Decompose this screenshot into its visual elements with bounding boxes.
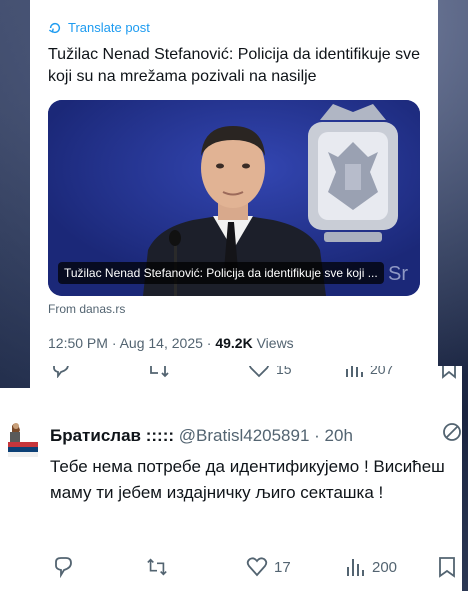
link-preview-caption: Tužilac Nenad Stefanović: Policija da id…	[58, 262, 384, 284]
like-icon[interactable]	[248, 366, 270, 378]
link-preview-image[interactable]: Sr Tužilac Nenad Stefanović: Policija da…	[48, 100, 420, 296]
repost-icon	[147, 558, 167, 576]
reply-author[interactable]: Братислав ::::: @Bratisl4205891 · 20h	[50, 426, 353, 446]
post-headline: Tužilac Nenad Stefanović: Policija da id…	[48, 46, 421, 85]
author-handle[interactable]: @Bratisl4205891 · 20h	[174, 426, 353, 445]
repost-icon[interactable]	[146, 366, 170, 378]
reply-action-bar: 17 200	[50, 556, 458, 580]
partial-action-bar: 15 207	[30, 366, 462, 388]
bookmark-button[interactable]	[436, 556, 458, 578]
views-count: 49.2K	[215, 335, 253, 351]
link-source[interactable]: From danas.rs	[48, 302, 125, 316]
views-label: Views	[252, 335, 294, 351]
views-button[interactable]: 200	[344, 556, 397, 578]
translate-post-label: Translate post	[68, 20, 150, 35]
svg-text:Sr: Sr	[388, 263, 408, 285]
post-metadata: 12:50 PM · Aug 14, 2025 · 49.2K Views	[48, 335, 294, 351]
news-post-card: Translate post Tužilac Nenad Stefanović:…	[30, 0, 438, 366]
views-count: 207	[370, 366, 394, 377]
views-icon	[347, 559, 364, 576]
reply-icon[interactable]	[50, 366, 72, 378]
translate-post-link[interactable]: Translate post	[48, 20, 150, 35]
like-count: 17	[274, 558, 291, 576]
like-count: 15	[276, 366, 292, 377]
reply-text: Тебе нема потребе да идентификујемо ! Ви…	[50, 457, 445, 502]
translate-icon	[48, 22, 61, 33]
reply-button[interactable]	[52, 556, 74, 578]
avatar[interactable]	[4, 420, 42, 460]
views-icon[interactable]	[344, 366, 364, 378]
reply-icon	[55, 557, 72, 578]
grok-icon[interactable]	[440, 420, 462, 444]
repost-button[interactable]	[146, 556, 168, 578]
post-timestamp[interactable]: 12:50 PM · Aug 14, 2025 ·	[48, 335, 215, 351]
bookmark-icon[interactable]	[440, 366, 458, 379]
views-count: 200	[372, 558, 398, 576]
bookmark-icon	[439, 557, 455, 578]
like-icon	[246, 557, 268, 577]
like-button[interactable]: 17	[246, 556, 291, 578]
reply-post-card: Братислав ::::: @Bratisl4205891 · 20h Те…	[0, 388, 462, 591]
author-name[interactable]: Братислав :::::	[50, 426, 174, 445]
